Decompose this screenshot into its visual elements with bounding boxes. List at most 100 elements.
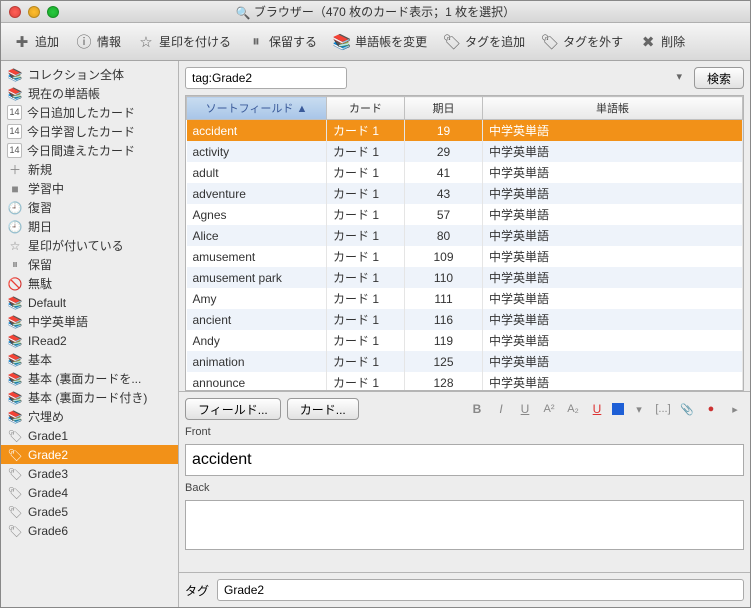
col-sortfield[interactable]: ソートフィールド ▲	[187, 97, 327, 120]
add-tag-button[interactable]: 🏷タグを追加	[437, 31, 531, 53]
remove-tag-button[interactable]: 🏷タグを外す	[535, 31, 629, 53]
suspend-button[interactable]: ⏸保留する	[241, 31, 323, 53]
zoom-window[interactable]	[47, 6, 59, 18]
sidebar-item[interactable]: 📚基本 (裏面カード付き)	[1, 388, 178, 407]
sidebar-item[interactable]: 📚穴埋め	[1, 407, 178, 426]
table-row[interactable]: adventureカード 143中学英単語	[187, 183, 743, 204]
sidebar-item-icon: 🏷	[7, 504, 23, 520]
sidebar-item[interactable]: ＋新規	[1, 160, 178, 179]
sidebar-item[interactable]: 🏷Grade4	[1, 483, 178, 502]
subscript-icon[interactable]: A₂	[564, 400, 582, 418]
more-icon[interactable]: ▸	[726, 400, 744, 418]
table-row[interactable]: Amyカード 1111中学英単語	[187, 288, 743, 309]
bold-icon[interactable]: B	[468, 400, 486, 418]
sidebar-item[interactable]: 🏷Grade5	[1, 502, 178, 521]
sidebar-item[interactable]: 🏷 Grade2	[1, 445, 178, 464]
sidebar-item-icon: 🏷	[7, 428, 23, 444]
tags-bar: タグ	[179, 572, 750, 607]
sidebar-item-icon: 📚	[7, 352, 23, 368]
sidebar-item-icon: 🕘	[7, 200, 23, 216]
fields-button[interactable]: フィールド...	[185, 398, 281, 420]
sidebar-item[interactable]: 📚Default	[1, 293, 178, 312]
chevron-down-icon[interactable]: ▾	[630, 400, 648, 418]
sidebar-item-label: Grade1	[28, 429, 68, 443]
sidebar-item-label: 無駄	[28, 275, 52, 292]
col-card[interactable]: カード	[327, 97, 405, 120]
sidebar-item[interactable]: 🕘復習	[1, 198, 178, 217]
sidebar-item[interactable]: 📚現在の単語帳	[1, 84, 178, 103]
italic-icon[interactable]: I	[492, 400, 510, 418]
sidebar-item[interactable]: 🕘期日	[1, 217, 178, 236]
search-button[interactable]: 検索	[694, 67, 744, 89]
table-row[interactable]: amusementカード 1109中学英単語	[187, 246, 743, 267]
sidebar[interactable]: 📚コレクション全体📚現在の単語帳14今日追加したカード14今日学習したカード14…	[1, 61, 179, 607]
col-due[interactable]: 期日	[405, 97, 483, 120]
underline-icon[interactable]: U	[516, 400, 534, 418]
search-input[interactable]	[185, 67, 347, 89]
sidebar-item[interactable]: 🏷 Grade1	[1, 426, 178, 445]
sidebar-item-label: Grade4	[28, 486, 68, 500]
table-row[interactable]: Andyカード 1119中学英単語	[187, 330, 743, 351]
editor: フィールド... カード... B I U A² A₂ U ▾ [...] 📎 …	[179, 391, 750, 572]
sidebar-item-label: 穴埋め	[28, 408, 64, 425]
sidebar-item[interactable]: 14今日間違えたカード	[1, 141, 178, 160]
table-row[interactable]: Agnesカード 157中学英単語	[187, 204, 743, 225]
table-row[interactable]: adultカード 141中学英単語	[187, 162, 743, 183]
sidebar-item[interactable]: 🚫無駄	[1, 274, 178, 293]
front-field[interactable]: accident	[185, 444, 744, 476]
delete-button[interactable]: ✖削除	[633, 31, 691, 53]
card-table[interactable]: ソートフィールド ▲ カード 期日 単語帳 accidentカード 119中学英…	[185, 95, 744, 391]
sidebar-item-icon: 📚	[7, 314, 23, 330]
sidebar-item-label: Grade6	[28, 524, 68, 538]
table-row[interactable]: amusement parkカード 1110中学英単語	[187, 267, 743, 288]
sidebar-item[interactable]: 14今日学習したカード	[1, 122, 178, 141]
sidebar-item[interactable]: 📚IRead2	[1, 331, 178, 350]
close-window[interactable]	[9, 6, 21, 18]
sidebar-item[interactable]: 📚コレクション全体	[1, 65, 178, 84]
sidebar-item[interactable]: ⏸保留	[1, 255, 178, 274]
table-row[interactable]: animationカード 1125中学英単語	[187, 351, 743, 372]
star-button[interactable]: ☆星印を付ける	[131, 31, 237, 53]
sidebar-item-label: Grade2	[28, 448, 68, 462]
sidebar-item-icon: 14	[7, 143, 22, 158]
table-row[interactable]: Aliceカード 180中学英単語	[187, 225, 743, 246]
col-deck[interactable]: 単語帳	[483, 97, 743, 120]
back-field[interactable]	[185, 500, 744, 550]
front-label: Front	[185, 424, 744, 440]
books-icon: 📚	[333, 33, 351, 51]
table-row[interactable]: accidentカード 119中学英単語	[187, 120, 743, 142]
tags-input[interactable]	[217, 579, 744, 601]
info-button[interactable]: ⓘ情報	[69, 31, 127, 53]
sidebar-item[interactable]: 📚基本	[1, 350, 178, 369]
sidebar-item-icon: 14	[7, 124, 22, 139]
plus-icon: ✚	[13, 33, 31, 51]
add-button[interactable]: ✚追加	[7, 31, 65, 53]
color-icon[interactable]	[612, 403, 624, 415]
sidebar-item[interactable]: 📚中学英単語	[1, 312, 178, 331]
cloze-icon[interactable]: [...]	[654, 400, 672, 418]
minimize-window[interactable]	[28, 6, 40, 18]
sidebar-item[interactable]: 🏷Grade3	[1, 464, 178, 483]
sidebar-item-icon: 📚	[7, 333, 23, 349]
sidebar-item-icon: 🕘	[7, 219, 23, 235]
toolbar: ✚追加 ⓘ情報 ☆星印を付ける ⏸保留する 📚単語帳を変更 🏷タグを追加 🏷タグ…	[1, 23, 750, 61]
clear-format-icon[interactable]: U	[588, 400, 606, 418]
sidebar-item[interactable]: ☆星印が付いている	[1, 236, 178, 255]
sidebar-item[interactable]: 🏷Grade6	[1, 521, 178, 540]
sidebar-item-icon: 📚	[7, 86, 23, 102]
sidebar-item-label: Default	[28, 296, 66, 310]
superscript-icon[interactable]: A²	[540, 400, 558, 418]
sidebar-item-icon: ＋	[7, 162, 23, 178]
table-row[interactable]: announceカード 1128中学英単語	[187, 372, 743, 391]
attach-icon[interactable]: 📎	[678, 400, 696, 418]
sidebar-item[interactable]: 14今日追加したカード	[1, 103, 178, 122]
change-deck-button[interactable]: 📚単語帳を変更	[327, 31, 433, 53]
sidebar-item[interactable]: 📚基本 (裏面カードを...	[1, 369, 178, 388]
table-row[interactable]: activityカード 129中学英単語	[187, 141, 743, 162]
cards-button[interactable]: カード...	[287, 398, 359, 420]
table-row[interactable]: ancientカード 1116中学英単語	[187, 309, 743, 330]
record-icon[interactable]: ●	[702, 400, 720, 418]
sidebar-item-label: 星印が付いている	[28, 237, 124, 254]
sidebar-item-icon: 🏷	[7, 447, 23, 463]
sidebar-item[interactable]: ■学習中	[1, 179, 178, 198]
